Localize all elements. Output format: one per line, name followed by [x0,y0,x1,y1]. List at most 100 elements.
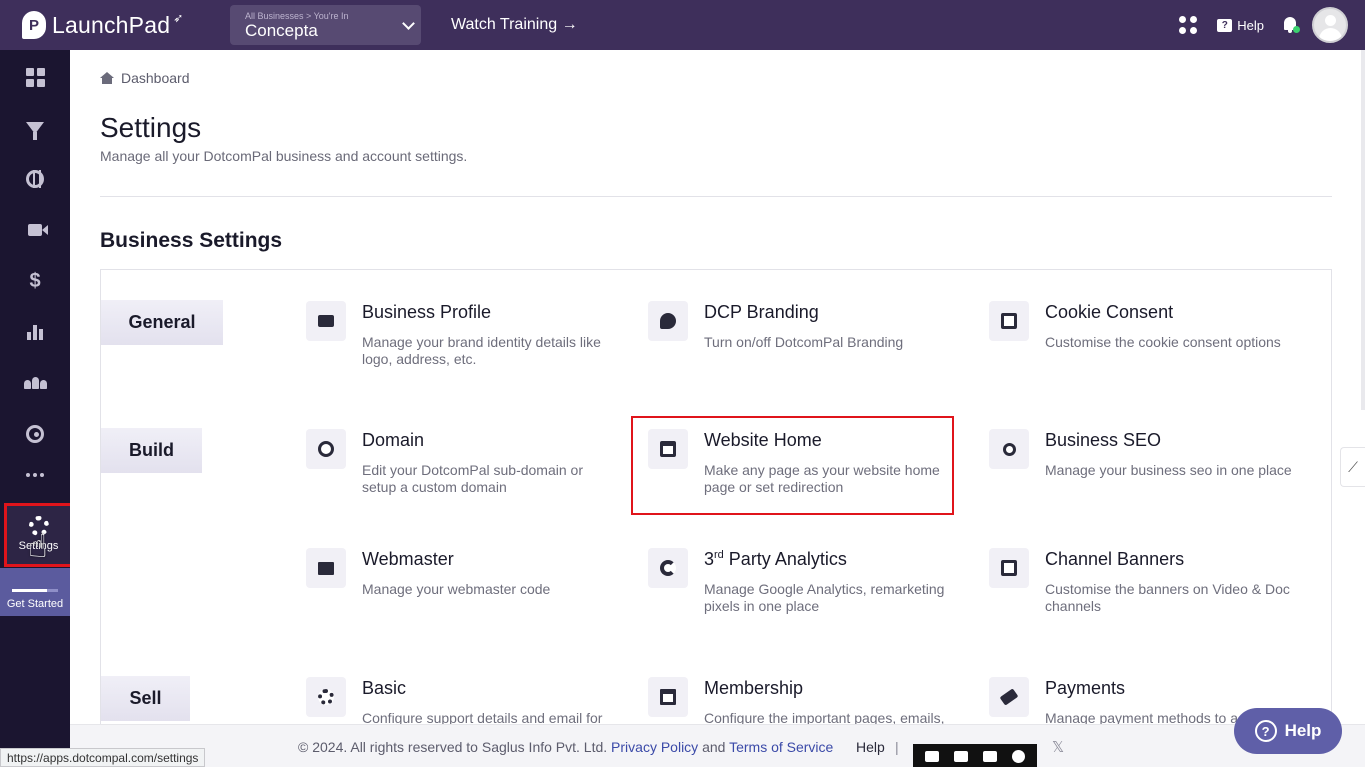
page-title: Settings [100,112,202,143]
sidebar-item-websites[interactable] [0,159,70,199]
logo-text: LaunchPad [52,11,171,38]
sidebar-item-members[interactable] [0,363,70,403]
business-name: Concepta [245,21,318,40]
get-started-label: Get Started [6,598,64,610]
website-home-highlight [631,416,954,515]
sidebar-item-funnels[interactable] [0,108,70,148]
divider [100,196,1332,197]
home-icon [100,72,114,84]
sidebar-item-more[interactable] [0,455,70,495]
grid-icon [25,67,45,87]
status-bar-url: https://apps.dotcompal.com/settings [0,748,206,767]
people-icon [23,377,47,389]
chart-icon [27,324,43,340]
category-sell[interactable]: Sell [101,676,190,721]
pointer-hand-icon: ☝ [28,528,48,564]
pie-chart-icon [660,560,676,576]
card-desc: Edit your DotcomPal sub-domain or setup … [362,462,583,495]
card-desc: Manage Google Analytics, remarketing pix… [704,581,945,614]
sidebar: $ Settings ☝ Get Started [0,50,73,767]
card-title: Business Profile [362,302,492,322]
watch-training-link[interactable]: Watch Training → [451,16,578,34]
card-desc: Customise the banners on Video & Doc cha… [1045,581,1290,614]
card-title: Membership [704,678,804,698]
dollar-icon: $ [29,269,41,292]
gear-icon[interactable] [1012,749,1026,763]
tv-icon [1001,560,1017,576]
footer: © 2024. All rights reserved to Saglus In… [70,724,1365,767]
launchpad-logo[interactable]: P LaunchPad ➶ [22,11,212,39]
logo-mark-icon: P [22,11,46,39]
card-title: DCP Branding [704,302,819,322]
globe-icon [26,170,44,188]
sidebar-item-performance[interactable] [0,414,70,454]
scrollbar[interactable] [1361,50,1365,410]
footer-copyright: © 2024. All rights reserved to Saglus In… [298,739,608,755]
question-icon: ? [1254,720,1277,742]
card-desc: Turn on/off DotcomPal Branding [704,334,904,350]
category-build[interactable]: Build [101,428,202,473]
sidebar-item-sales[interactable]: $ [0,261,70,301]
video-record-icon[interactable] [953,750,968,762]
card-icon [999,688,1019,706]
sidebar-item-analytics[interactable] [0,312,70,352]
page-subtitle: Manage all your DotcomPal business and a… [100,148,468,164]
business-selector[interactable]: All Businesses > You're In Concepta [230,5,421,45]
footer-help-link[interactable]: Help [856,739,885,755]
camera-icon[interactable] [924,750,939,762]
card-title: Channel Banners [1045,549,1185,569]
funnel-icon [26,122,44,140]
main-content: Dashboard Settings Manage all your Dotco… [70,50,1365,767]
video-icon [28,224,48,236]
globe-icon [318,441,334,457]
get-started-button[interactable]: Get Started [0,568,70,616]
membership-icon [660,689,676,705]
more-icon [26,473,44,477]
business-crumb: All Businesses > You're In [245,11,349,21]
business-settings-title: Business Settings [100,229,283,252]
briefcase-icon [318,315,334,327]
card-title: Cookie Consent [1045,302,1174,322]
card-title: Webmaster [362,549,454,569]
x-social-icon[interactable]: 𝕏 [1052,738,1064,756]
help-floating-button[interactable]: ? Help [1234,708,1342,754]
recorder-toolbar [913,744,1037,767]
card-title: Domain [362,430,425,450]
breadcrumb-dashboard-link[interactable]: Dashboard [121,70,190,86]
top-bar: P LaunchPad ➶ All Businesses > You're In… [0,0,1365,50]
footer-separator: | [895,739,899,755]
avatar[interactable] [1312,7,1348,43]
gear-icon [318,689,334,705]
breadcrumb: Dashboard [100,70,190,86]
top-right-tools: ? Help [1179,0,1365,50]
help-button[interactable]: ? Help [1217,18,1264,33]
footer-copyright-line: © 2024. All rights reserved to Saglus In… [298,739,833,755]
rocket-icon: ➶ [173,11,184,25]
privacy-policy-link[interactable]: Privacy Policy [611,739,698,755]
help-fab-label: Help [1284,721,1322,740]
card-desc: Manage your brand identity details like … [362,334,601,367]
sidebar-item-dashboard[interactable] [0,57,70,97]
question-icon: ? [1217,18,1233,32]
card-desc: Manage your business seo in one place [1045,462,1292,478]
magnifier-icon [1002,442,1016,456]
card-title: Payments [1045,678,1126,698]
notification-bell-icon[interactable] [1282,16,1300,34]
cookie-icon [1001,313,1017,329]
card-desc: Customise the cookie consent options [1045,334,1281,350]
footer-and: and [702,739,726,755]
chat-bubble-icon [660,313,676,329]
gauge-icon [26,425,44,443]
sidebar-item-videos[interactable] [0,210,70,250]
card-title: Business SEO [1045,430,1162,450]
apps-grid-icon[interactable] [1179,16,1198,34]
help-label: Help [1237,17,1264,33]
card-desc: Manage your webmaster code [362,581,551,597]
category-general[interactable]: General [101,300,223,345]
terms-of-service-link[interactable]: Terms of Service [729,739,833,755]
side-feedback-tab[interactable]: ⟋ [1340,447,1365,487]
window-icon[interactable] [983,750,998,762]
card-title: Basic [362,678,407,698]
get-started-progress [12,589,58,592]
card-title: 3rd Party Analytics [704,549,847,569]
